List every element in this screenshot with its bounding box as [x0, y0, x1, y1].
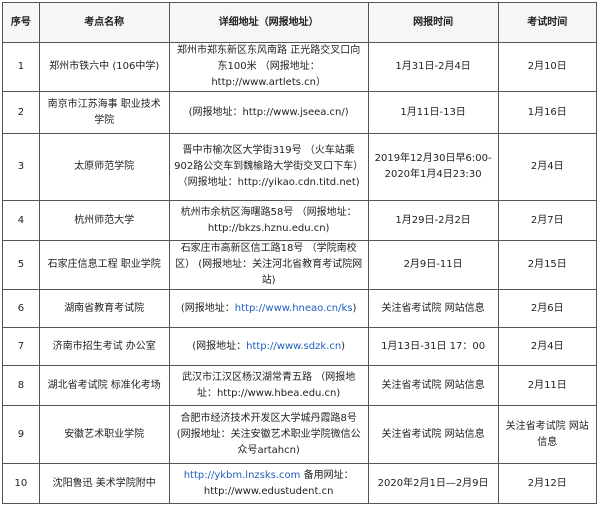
row-exam-time: 2月10日: [497, 42, 598, 92]
row-address: 合肥市经济技术开发区大学城丹霞路8号 (网报地址：关注安徽艺术职业学院微信公众号…: [168, 405, 369, 464]
row-name: 太原师范学院: [38, 133, 170, 201]
row-exam-time: 关注省考试院 网站信息: [497, 405, 598, 464]
row-address: 晋中市榆次区大学街319号 （火车站乘902路公交车到魏榆路大学街交叉口下车） …: [168, 133, 369, 201]
row-name: 济南市招生考试 办公室: [38, 327, 170, 366]
header-no: 序号: [2, 2, 40, 43]
row-name: 沈阳鲁迅 美术学院附中: [38, 463, 170, 504]
header-name: 考点名称: [38, 2, 170, 43]
table-row: 7 济南市招生考试 办公室 (网报地址：http://www.sdzk.cn) …: [2, 327, 598, 366]
table-row: 5 石家庄信息工程 职业学院 石家庄市高新区信工路18号 （学院南校区） (网报…: [2, 240, 598, 290]
row-reg-time: 1月13日-31日 17：00: [367, 327, 499, 366]
row-reg-time: 1月11日-13日: [367, 91, 499, 134]
row-reg-time: 2019年12月30日早6:00-2020年1月4日23:30: [367, 133, 499, 201]
address-link[interactable]: http://www.hneao.cn/ks: [235, 303, 353, 314]
address-link[interactable]: http://www.sdzk.cn: [246, 341, 341, 352]
row-name: 湖南省教育考试院: [38, 289, 170, 328]
address-label: (网报地址：: [192, 340, 247, 352]
row-address: (网报地址：http://www.jseea.cn/): [168, 91, 369, 134]
table-header-row: 序号 考点名称 详细地址（网报地址） 网报时间 考试时间: [2, 2, 598, 43]
row-name: 湖北省考试院 标准化考场: [38, 365, 170, 406]
row-address: 武汉市江汉区杨汉湖常青五路 （网报地址：http://www.hbea.edu.…: [168, 365, 369, 406]
table-row: 3 太原师范学院 晋中市榆次区大学街319号 （火车站乘902路公交车到魏榆路大…: [2, 133, 598, 201]
row-no: 5: [2, 240, 40, 290]
row-reg-time: 关注省考试院 网站信息: [367, 289, 499, 328]
table-row: 4 杭州师范大学 杭州市余杭区海曙路58号 （网报地址：http://bkzs.…: [2, 200, 598, 241]
row-name: 郑州市铁六中 (106中学): [38, 42, 170, 92]
table-row: 9 安徽艺术职业学院 合肥市经济技术开发区大学城丹霞路8号 (网报地址：关注安徽…: [2, 405, 598, 464]
table-row: 8 湖北省考试院 标准化考场 武汉市江汉区杨汉湖常青五路 （网报地址：http:…: [2, 365, 598, 406]
row-no: 4: [2, 200, 40, 241]
address-label: (网报地址：: [180, 302, 235, 314]
row-address: http://ykbm.lnzsks.com 备用网址：http://www.e…: [168, 463, 369, 504]
row-no: 8: [2, 365, 40, 406]
header-exam-time: 考试时间: [497, 2, 598, 43]
row-reg-time: 关注省考试院 网站信息: [367, 405, 499, 464]
table-row: 10 沈阳鲁迅 美术学院附中 http://ykbm.lnzsks.com 备用…: [2, 463, 598, 504]
row-exam-time: 2月6日: [497, 289, 598, 328]
row-no: 6: [2, 289, 40, 328]
header-reg-time: 网报时间: [367, 2, 499, 43]
row-no: 9: [2, 405, 40, 464]
address-link[interactable]: http://ykbm.lnzsks.com: [184, 470, 301, 481]
row-no: 1: [2, 42, 40, 92]
row-exam-time: 1月16日: [497, 91, 598, 134]
table-row: 2 南京市江苏海事 职业技术学院 (网报地址：http://www.jseea.…: [2, 91, 598, 134]
row-exam-time: 2月4日: [497, 327, 598, 366]
row-exam-time: 2月12日: [497, 463, 598, 504]
address-tail: ): [341, 340, 346, 352]
row-reg-time: 2020年2月1日—2月9日: [367, 463, 499, 504]
table-row: 6 湖南省教育考试院 (网报地址：http://www.hneao.cn/ks)…: [2, 289, 598, 328]
row-address: 杭州市余杭区海曙路58号 （网报地址：http://bkzs.hznu.edu.…: [168, 200, 369, 241]
address-tail: ): [352, 302, 357, 314]
row-exam-time: 2月7日: [497, 200, 598, 241]
row-no: 7: [2, 327, 40, 366]
row-name: 杭州师范大学: [38, 200, 170, 241]
row-name: 安徽艺术职业学院: [38, 405, 170, 464]
table-row: 1 郑州市铁六中 (106中学) 郑州市郑东新区东风南路 正光路交叉口向东100…: [2, 42, 598, 92]
row-address: 郑州市郑东新区东风南路 正光路交叉口向东100米 （网报地址：http://ww…: [168, 42, 369, 92]
row-address: (网报地址：http://www.hneao.cn/ks): [168, 289, 369, 328]
row-reg-time: 1月29日-2月2日: [367, 200, 499, 241]
row-name: 石家庄信息工程 职业学院: [38, 240, 170, 290]
row-reg-time: 1月31日-2月4日: [367, 42, 499, 92]
row-exam-time: 2月15日: [497, 240, 598, 290]
row-address: 石家庄市高新区信工路18号 （学院南校区） (网报地址：关注河北省教育考试院网站…: [168, 240, 369, 290]
row-reg-time: 关注省考试院 网站信息: [367, 365, 499, 406]
row-reg-time: 2月9日-11日: [367, 240, 499, 290]
row-name: 南京市江苏海事 职业技术学院: [38, 91, 170, 134]
row-no: 2: [2, 91, 40, 134]
exam-sites-table: 序号 考点名称 详细地址（网报地址） 网报时间 考试时间 1 郑州市铁六中 (1…: [2, 2, 598, 504]
row-no: 10: [2, 463, 40, 504]
row-address: (网报地址：http://www.sdzk.cn): [168, 327, 369, 366]
row-exam-time: 2月11日: [497, 365, 598, 406]
row-no: 3: [2, 133, 40, 201]
row-exam-time: 2月4日: [497, 133, 598, 201]
header-address: 详细地址（网报地址）: [168, 2, 369, 43]
